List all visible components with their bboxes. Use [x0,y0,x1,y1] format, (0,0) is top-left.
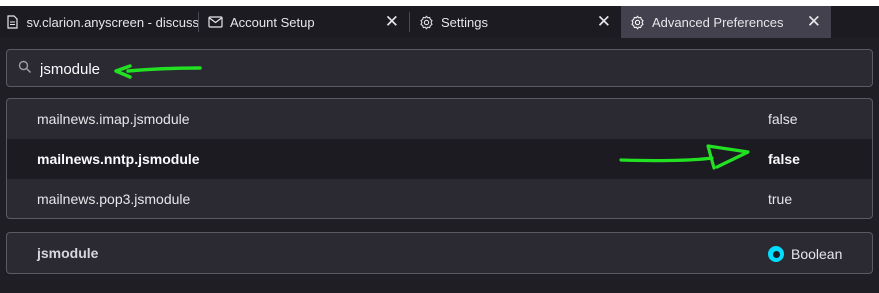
gear-icon [418,14,434,30]
tab-account-setup[interactable]: Account Setup ✕ [199,6,409,38]
search-input[interactable] [40,58,340,80]
close-icon[interactable]: ✕ [807,13,821,30]
tab-label: Advanced Preferences [652,14,784,30]
new-pref-name: jsmodule [37,245,99,261]
mail-icon [207,14,223,30]
search-box[interactable] [6,49,873,87]
preferences-table: mailnews.imap.jsmodule false mailnews.nn… [6,98,873,219]
pref-name: mailnews.nntp.jsmodule [37,151,200,167]
search-icon [18,60,32,74]
tab-discussion[interactable]: sv.clarion.anyscreen - discuss.sc [0,6,198,38]
tab-advanced-preferences[interactable]: Advanced Preferences ✕ [621,6,831,38]
pref-row-nntp[interactable]: mailnews.nntp.jsmodule false [7,139,872,179]
pref-row-imap[interactable]: mailnews.imap.jsmodule false [7,99,872,139]
tab-settings[interactable]: Settings ✕ [410,6,621,38]
boolean-radio[interactable] [768,246,784,262]
tab-bar: sv.clarion.anyscreen - discuss.sc Accoun… [0,6,879,38]
close-icon[interactable]: ✕ [597,13,611,30]
boolean-radio-label[interactable]: Boolean [791,246,842,262]
pref-name: mailnews.pop3.jsmodule [37,191,191,207]
pref-name: mailnews.imap.jsmodule [37,111,190,127]
pref-row-pop3[interactable]: mailnews.pop3.jsmodule true [7,179,872,218]
tab-label: Settings [441,14,488,30]
tab-label: Account Setup [230,14,315,30]
document-icon [5,14,20,30]
gear-icon [629,14,645,30]
close-icon[interactable]: ✕ [385,13,399,30]
radio-dot [772,250,780,258]
pref-value: false [768,151,800,167]
tab-label: sv.clarion.anyscreen - discuss.sc [26,14,198,30]
pref-value: false [768,111,798,127]
pref-value: true [768,191,793,207]
new-pref-row: jsmodule Boolean [6,232,873,274]
